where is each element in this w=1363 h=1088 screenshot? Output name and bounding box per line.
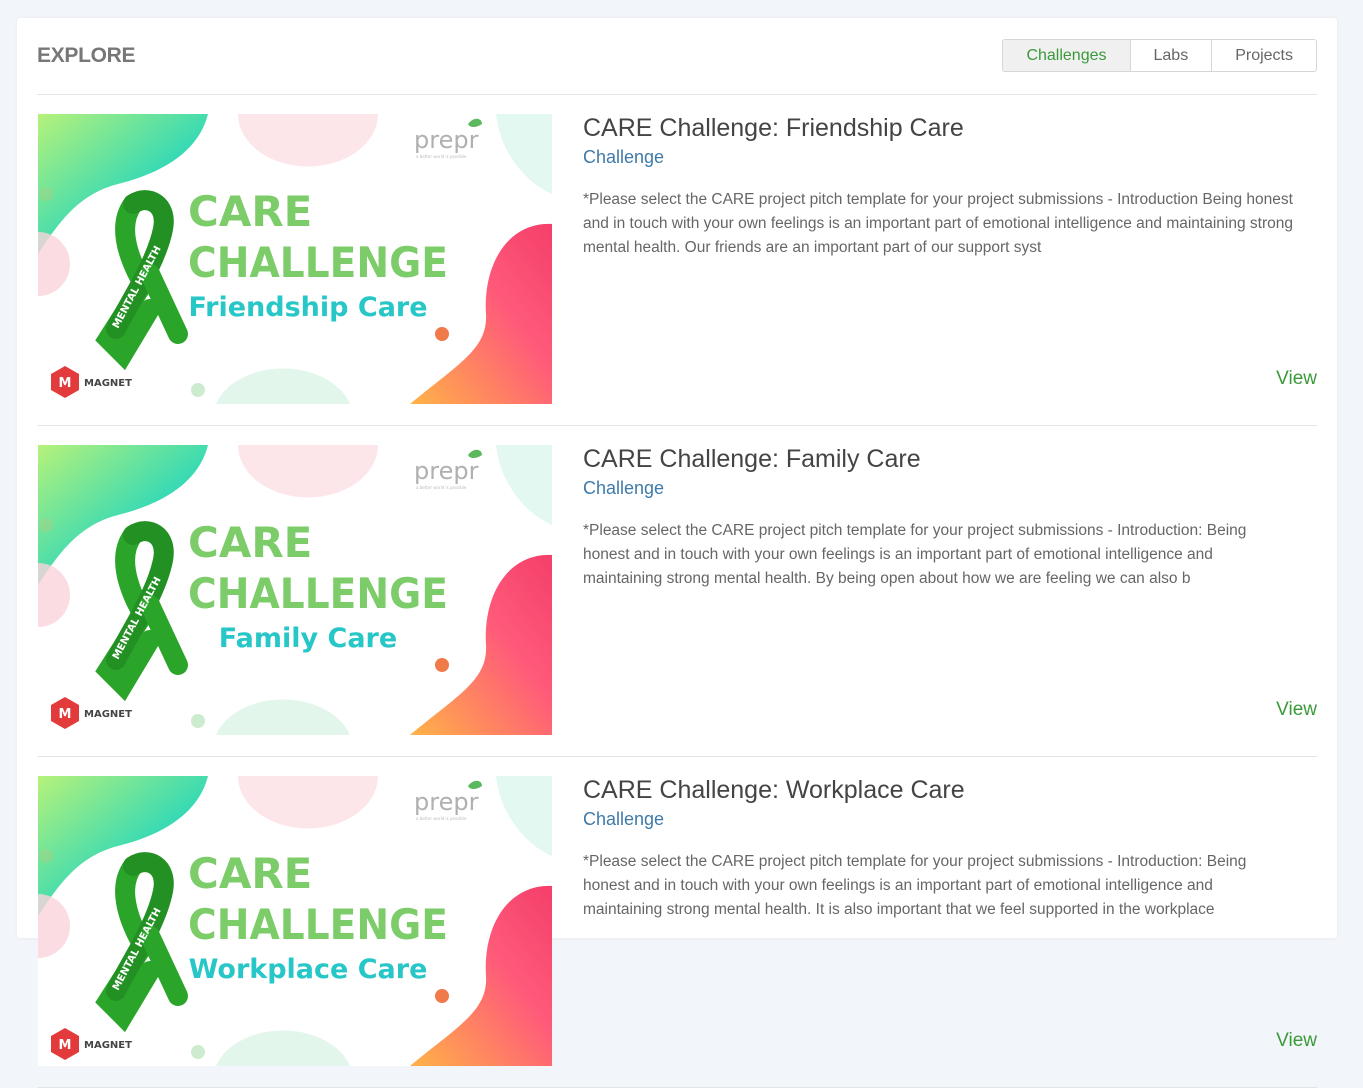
banner-subtitle: Family Care	[219, 623, 397, 654]
mint-corner-shape	[496, 445, 552, 525]
challenge-title[interactable]: CARE Challenge: Family Care	[583, 445, 921, 474]
challenge-card: MENTAL HEALTH CARE CHALLENGE Workplace Care…	[38, 756, 1317, 1088]
challenge-banner-image[interactable]: MENTAL HEALTH CARE CHALLENGE Family Care pre…	[38, 445, 552, 735]
pink-arc-shape	[238, 114, 378, 167]
prepr-tagline: a better world is possible	[416, 816, 467, 821]
banner-line2: CHALLENGE	[188, 238, 448, 287]
dot-shape	[39, 187, 53, 201]
challenge-type-label: Challenge	[583, 147, 665, 167]
banner-artwork: MENTAL HEALTHCARECHALLENGEFriendship Car…	[38, 114, 552, 404]
prepr-logo: prepr	[414, 788, 479, 816]
banner-line2: CHALLENGE	[188, 900, 448, 949]
explore-panel: EXPLORE Challenges Labs Projects MENTAL …	[17, 18, 1337, 1088]
pink-arc-shape	[238, 776, 378, 829]
magnet-m-glyph: Μ	[59, 707, 72, 722]
magnet-m-glyph: Μ	[59, 376, 72, 391]
challenge-card: MENTAL HEALTH CARE CHALLENGE Family Care pre…	[38, 425, 1317, 757]
challenge-type-label: Challenge	[583, 478, 665, 498]
leaf-icon	[468, 780, 482, 789]
orange-dot-shape	[435, 989, 449, 1003]
page-title: EXPLORE	[37, 44, 136, 67]
challenge-description: *Please select the CARE project pitch te…	[583, 191, 1293, 256]
dot-shape	[39, 849, 53, 863]
pink-circle-shape	[38, 563, 70, 627]
view-link[interactable]: View	[1276, 699, 1317, 721]
mint-corner-shape	[496, 114, 552, 194]
tab-labs[interactable]: Labs	[1129, 40, 1212, 71]
orange-dot-shape	[435, 327, 449, 341]
challenge-title[interactable]: CARE Challenge: Friendship Care	[583, 114, 964, 143]
magnet-logo-text: MAGNET	[84, 378, 132, 389]
banner-artwork: MENTAL HEALTHCARECHALLENGEFamily Carepre…	[38, 445, 552, 735]
category-tabs: Challenges Labs Projects	[1002, 39, 1317, 72]
mint-arc-shape	[216, 1030, 350, 1066]
banner-line1: CARE	[188, 518, 312, 567]
challenge-type-label: Challenge	[583, 809, 665, 829]
magnet-m-glyph: Μ	[59, 1038, 72, 1053]
challenge-banner-image[interactable]: MENTAL HEALTH CARE CHALLENGE Workplace Care…	[38, 776, 552, 1066]
prepr-tagline: a better world is possible	[416, 485, 467, 490]
leaf-icon	[468, 118, 482, 127]
pink-circle-shape	[38, 894, 70, 958]
dot-shape	[191, 383, 205, 397]
prepr-tagline: a better world is possible	[416, 154, 467, 159]
pink-circle-shape	[38, 232, 70, 296]
banner-line1: CARE	[188, 849, 312, 898]
magnet-logo-text: MAGNET	[84, 1040, 132, 1051]
banner-artwork: MENTAL HEALTHCARECHALLENGEWorkplace Care…	[38, 776, 552, 1066]
challenge-description: *Please select the CARE project pitch te…	[583, 853, 1247, 918]
tab-challenges[interactable]: Challenges	[1003, 40, 1130, 71]
dot-shape	[191, 1045, 205, 1059]
banner-line2: CHALLENGE	[188, 569, 448, 618]
explore-header: EXPLORE Challenges Labs Projects	[37, 38, 1317, 95]
prepr-logo: prepr	[414, 457, 479, 485]
dot-shape	[191, 714, 205, 728]
banner-subtitle: Workplace Care	[189, 954, 428, 985]
challenge-title[interactable]: CARE Challenge: Workplace Care	[583, 776, 965, 805]
prepr-logo: prepr	[414, 126, 479, 154]
tab-projects[interactable]: Projects	[1211, 40, 1316, 71]
dot-shape	[39, 518, 53, 532]
mint-arc-shape	[216, 368, 350, 404]
view-link[interactable]: View	[1276, 1030, 1317, 1052]
mint-arc-shape	[216, 699, 350, 735]
challenge-banner-image[interactable]: MENTAL HEALTH CARE CHALLENGE Friendship Car…	[38, 114, 552, 404]
view-link[interactable]: View	[1276, 368, 1317, 390]
pink-arc-shape	[238, 445, 378, 498]
banner-subtitle: Friendship Care	[188, 292, 427, 323]
challenge-card: MENTAL HEALTH CARE CHALLENGE Friendship Car…	[38, 94, 1317, 426]
mint-corner-shape	[496, 776, 552, 856]
challenge-description: *Please select the CARE project pitch te…	[583, 522, 1247, 587]
orange-dot-shape	[435, 658, 449, 672]
banner-line1: CARE	[188, 187, 312, 236]
magnet-logo-text: MAGNET	[84, 709, 132, 720]
leaf-icon	[468, 449, 482, 458]
